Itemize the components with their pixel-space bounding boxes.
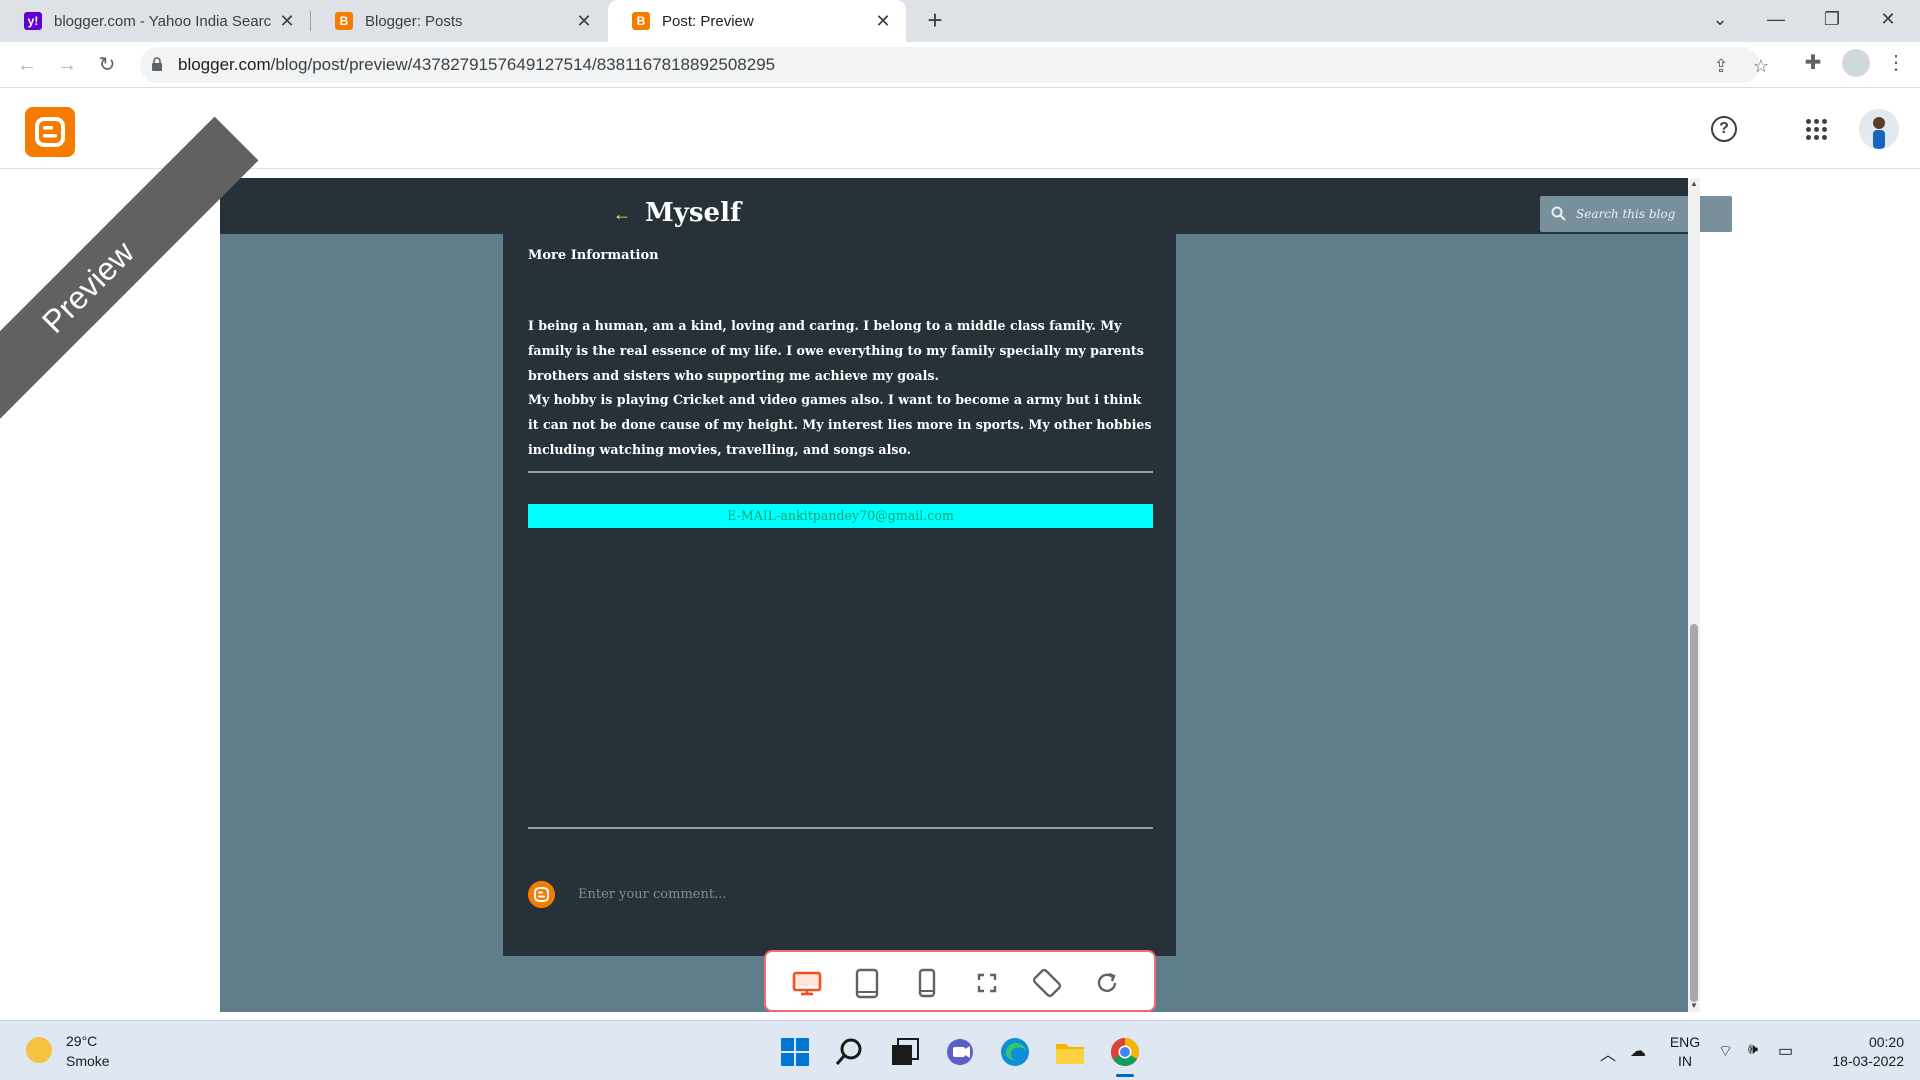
blogger-icon: B	[632, 12, 650, 30]
blog-search-input[interactable]: Search this blog	[1540, 196, 1732, 232]
clock-date: 18-03-2022	[1832, 1053, 1904, 1069]
tray-overflow-icon[interactable]: ︿	[1600, 1041, 1616, 1065]
device-toolbar	[764, 950, 1156, 1012]
edge-browser-icon[interactable]	[998, 1035, 1032, 1069]
yahoo-icon: y!	[24, 12, 42, 30]
search-icon[interactable]	[833, 1035, 867, 1069]
language-code: ENG	[1669, 1034, 1701, 1050]
scrollbar[interactable]: ▲ ▼	[1688, 178, 1700, 1012]
restore-icon[interactable]: ❐	[1804, 0, 1860, 42]
url-text[interactable]: blogger.com/blog/post/preview/4378279157…	[178, 47, 775, 83]
tab-title: blogger.com - Yahoo India Search Results	[54, 12, 272, 30]
apps-grid-icon[interactable]	[1806, 119, 1828, 141]
scroll-up-icon[interactable]: ▲	[1688, 178, 1700, 190]
lock-icon[interactable]	[152, 57, 162, 71]
task-view-icon[interactable]	[888, 1035, 922, 1069]
file-explorer-icon[interactable]	[1053, 1035, 1087, 1069]
menu-kebab-icon[interactable]: ⋮	[1882, 49, 1910, 77]
email-banner: E-MAIL-ankitpandey70@gmail.com	[528, 504, 1153, 528]
refresh-icon[interactable]	[1090, 966, 1124, 1000]
windows-start-icon[interactable]	[778, 1035, 812, 1069]
system-clock[interactable]: 00:20 18-03-2022	[1810, 1033, 1904, 1071]
blog-header-bar: ← Myself Search this blog	[220, 178, 1732, 234]
share-icon[interactable]: ⇪	[1710, 55, 1732, 77]
commenter-blogger-icon	[528, 881, 555, 908]
tab-blogger-posts[interactable]: B Blogger: Posts ✕	[311, 0, 607, 42]
address-bar[interactable]: blogger.com/blog/post/preview/4378279157…	[140, 47, 1769, 83]
blogger-icon: B	[335, 12, 353, 30]
chrome-icon[interactable]	[1108, 1035, 1142, 1069]
close-window-icon[interactable]: ✕	[1860, 0, 1916, 42]
scroll-down-icon[interactable]: ▼	[1688, 1000, 1700, 1012]
clock-time: 00:20	[1868, 1034, 1904, 1050]
close-icon[interactable]: ✕	[575, 11, 593, 32]
phone-icon[interactable]	[910, 966, 944, 1000]
post-paragraph: My hobby is playing Cricket and video ga…	[528, 392, 1152, 457]
language-indicator[interactable]: ENG IN	[1668, 1033, 1702, 1071]
blogger-logo-icon[interactable]	[25, 107, 75, 157]
forward-icon[interactable]: →	[52, 50, 82, 80]
post-paragraph: I being a human, am a kind, loving and c…	[528, 318, 1144, 383]
new-tab-button[interactable]: +	[920, 6, 950, 36]
divider	[528, 827, 1153, 829]
post-card: More Information I being a human, am a k…	[503, 234, 1176, 956]
tab-search-icon[interactable]: ⌄	[1692, 0, 1748, 42]
tab-strip: y! blogger.com - Yahoo India Search Resu…	[0, 0, 1920, 42]
blogger-header: ?	[0, 89, 1920, 169]
desktop-icon[interactable]	[790, 966, 824, 1000]
windows-taskbar: 29°C Smoke ︿ ☁ ENG IN ⌔ 🕪 ▭ 00:20 18-03-…	[0, 1020, 1920, 1080]
back-icon[interactable]: ←	[12, 50, 42, 80]
url-path: /blog/post/preview/4378279157649127514/8…	[270, 55, 776, 74]
close-icon[interactable]: ✕	[278, 11, 296, 32]
fullscreen-icon[interactable]	[970, 966, 1004, 1000]
tab-post-preview[interactable]: B Post: Preview ✕	[608, 0, 906, 42]
weather-moon-icon[interactable]	[26, 1037, 52, 1063]
battery-icon[interactable]: ▭	[1778, 1041, 1793, 1061]
divider	[528, 471, 1153, 473]
blog-title[interactable]: Myself	[645, 198, 741, 228]
post-body: I being a human, am a kind, loving and c…	[528, 314, 1153, 463]
url-host: blogger.com	[178, 55, 271, 74]
profile-avatar[interactable]	[1842, 49, 1870, 77]
post-heading: More Information	[528, 248, 659, 263]
close-icon[interactable]: ✕	[874, 11, 892, 32]
arrow-left-icon[interactable]: ←	[613, 204, 633, 224]
comment-input[interactable]: Enter your comment...	[578, 882, 1138, 908]
teams-chat-icon[interactable]	[943, 1035, 977, 1069]
search-icon	[1551, 206, 1566, 221]
tablet-icon[interactable]	[850, 966, 884, 1000]
extensions-icon[interactable]: ✚	[1799, 49, 1827, 77]
account-avatar[interactable]	[1859, 109, 1899, 149]
wifi-icon[interactable]: ⌔	[1718, 1041, 1733, 1061]
minimize-icon[interactable]: —	[1748, 0, 1804, 42]
search-placeholder: Search this blog	[1576, 207, 1676, 221]
onedrive-cloud-icon[interactable]: ☁	[1630, 1041, 1646, 1061]
help-icon[interactable]: ?	[1711, 116, 1737, 142]
rotate-icon[interactable]	[1030, 966, 1064, 1000]
reload-icon[interactable]: ↻	[92, 50, 122, 80]
bookmark-star-icon[interactable]: ☆	[1750, 55, 1772, 77]
volume-icon[interactable]: 🕪	[1748, 1041, 1758, 1059]
scroll-thumb[interactable]	[1690, 624, 1698, 1002]
user-photo-icon	[1859, 109, 1899, 149]
tab-title: Blogger: Posts	[365, 12, 463, 30]
region-code: IN	[1678, 1053, 1692, 1069]
tab-yahoo-search[interactable]: y! blogger.com - Yahoo India Search Resu…	[0, 0, 310, 42]
browser-toolbar: ← → ↻ blogger.com/blog/post/preview/4378…	[0, 42, 1920, 88]
weather-temperature[interactable]: 29°C	[66, 1033, 97, 1049]
weather-condition[interactable]: Smoke	[66, 1053, 110, 1069]
tab-title: Post: Preview	[662, 12, 754, 30]
active-app-indicator	[1116, 1074, 1134, 1077]
preview-canvas: ← Myself Search this blog More Informati…	[0, 116, 1920, 1020]
